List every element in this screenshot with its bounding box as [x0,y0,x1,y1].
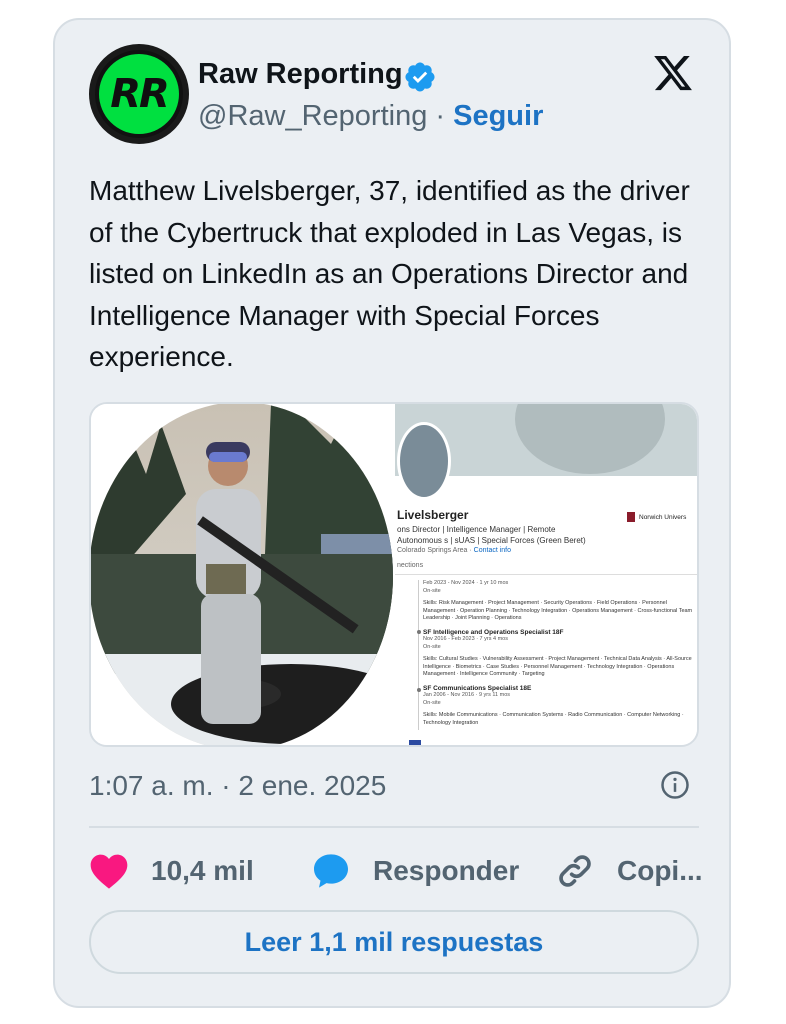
linkedin-location-text: Colorado Springs Area · [397,547,474,554]
author-name[interactable]: Raw Reporting [198,58,403,91]
linkedin-profile-screenshot: Livelsberger ons Director | Intelligence… [395,404,697,745]
author-handle[interactable]: @Raw_Reporting [198,100,427,132]
experience-skills: Skills: Risk Management · Project Manage… [423,600,693,621]
author-avatar[interactable]: RR [89,44,189,144]
linkedin-experience-list: Feb 2023 - Nov 2024 · 1 yr 10 mos On-sit… [423,580,693,727]
tweet-media[interactable]: Livelsberger ons Director | Intelligence… [89,402,699,747]
linkedin-headline: ons Director | Intelligence Manager | Re… [397,525,586,545]
experience-dates: Feb 2023 - Nov 2024 · 1 yr 10 mos [423,580,509,586]
tweet-actions-bar: 10,4 mil Responder Copi... [89,846,703,896]
verified-badge-icon [405,62,435,92]
reply-bubble-icon [314,854,348,888]
avatar-logo-text: RR [110,71,170,117]
experience-title: SF Communications Specialist 18E [423,684,532,692]
tweet-timestamp[interactable]: 1:07 a. m. · 2 ene. 2025 [89,770,386,802]
experience-skills: Skills: Mobile Communications · Communic… [423,712,684,726]
avatar-logo: RR [99,54,179,134]
divider [89,826,699,828]
linkedin-contact-info: Contact info [473,547,512,554]
follow-button[interactable]: Seguir [453,100,543,132]
experience-site: On-site [423,643,441,650]
read-replies-button[interactable]: Leer 1,1 mil respuestas [89,910,699,974]
experience-entry: SF Communications Specialist 18E Jan 200… [423,685,693,728]
handle-separator: · [435,100,446,132]
linkedin-connections: nections [397,562,424,569]
copy-link-button[interactable]: Copi... [555,846,703,896]
linkedin-university: Norwich Univers [639,514,687,521]
linkedin-profile-picture [397,422,451,500]
link-icon [559,855,591,887]
tweet-card: RR Raw Reporting @Raw_Reporting · Seguir… [53,18,731,1008]
like-button[interactable]: 10,4 mil [89,846,254,896]
heart-icon [90,854,128,889]
info-icon[interactable] [660,770,690,800]
x-logo-icon[interactable] [651,52,695,94]
timeline-bullet [417,630,421,634]
university-logo-icon [627,512,635,522]
linkedin-location: Colorado Springs Area · Contact info [397,547,511,554]
experience-dates: Jan 2006 - Nov 2016 · 9 yrs 11 mos [423,692,511,698]
profile-photo-image [91,404,393,745]
timeline-bullet [417,688,421,692]
reply-button[interactable]: Responder [311,846,519,896]
reply-label: Responder [373,855,520,886]
copy-link-label: Copi... [617,855,703,886]
experience-site: On-site [423,699,441,706]
linkedin-divider [395,574,697,575]
like-count: 10,4 mil [151,855,254,886]
linkedin-timeline-line [418,580,419,730]
linkedin-name: Livelsberger [397,508,469,522]
experience-site: On-site [423,587,441,594]
experience-title: SF Intelligence and Operations Specialis… [423,628,564,636]
author-handle-row: @Raw_Reporting · Seguir [198,100,543,133]
experience-dates: Nov 2016 - Feb 2023 · 7 yrs 4 mos [423,636,508,642]
experience-entry: Feb 2023 - Nov 2024 · 1 yr 10 mos On-sit… [423,580,693,623]
tweet-text: Matthew Livelsberger, 37, identified as … [89,175,690,372]
experience-entry: SF Intelligence and Operations Specialis… [423,629,693,679]
experience-skills: Skills: Cultural Studies · Vulnerability… [423,656,692,677]
company-logo-icon [409,740,421,745]
